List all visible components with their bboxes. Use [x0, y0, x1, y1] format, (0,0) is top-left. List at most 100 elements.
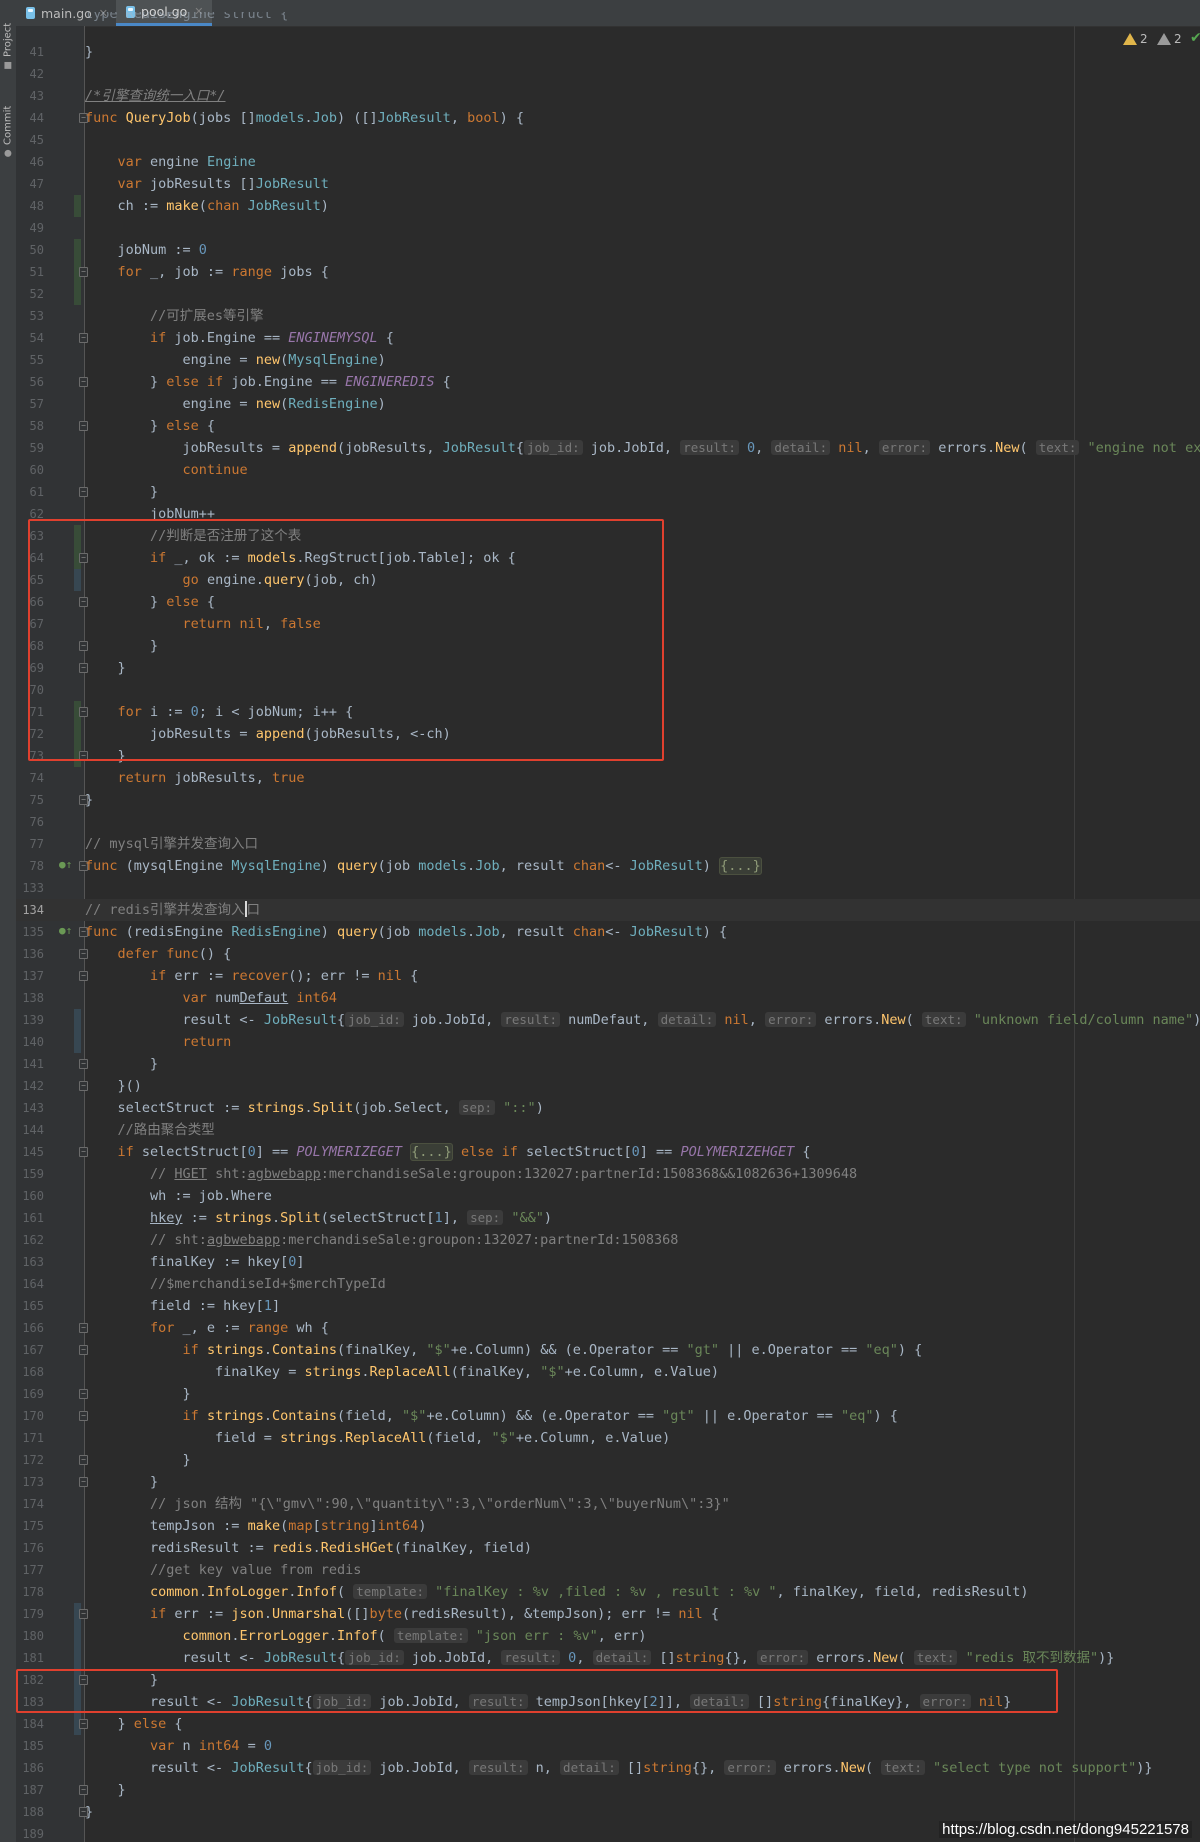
code-text[interactable]: }: [85, 1053, 158, 1075]
code-line[interactable]: 137− if err := recover(); err != nil {: [16, 965, 1200, 987]
code-line[interactable]: 57 engine = new(RedisEngine): [16, 393, 1200, 415]
code-line[interactable]: 71− for i := 0; i < jobNum; i++ {: [16, 701, 1200, 723]
code-text[interactable]: return: [85, 1031, 232, 1053]
code-text[interactable]: if selectStruct[0] == POLYMERIZEGET {...…: [85, 1141, 811, 1163]
vcs-change-marker[interactable]: [74, 1009, 81, 1031]
code-text[interactable]: //判断是否注册了这个表: [85, 525, 301, 547]
code-text[interactable]: common.InfoLogger.Infof( template: "fina…: [85, 1581, 1029, 1603]
code-line[interactable]: 177 //get key value from redis: [16, 1559, 1200, 1581]
vcs-change-marker[interactable]: [74, 1625, 81, 1647]
code-text[interactable]: func (redisEngine RedisEngine) query(job…: [85, 921, 727, 943]
code-line[interactable]: 70: [16, 679, 1200, 701]
code-line[interactable]: 136− defer func() {: [16, 943, 1200, 965]
code-line[interactable]: 168 finalKey = strings.ReplaceAll(finalK…: [16, 1361, 1200, 1383]
code-line[interactable]: 49: [16, 217, 1200, 239]
code-line[interactable]: 145− if selectStruct[0] == POLYMERIZEGET…: [16, 1141, 1200, 1163]
code-line[interactable]: 139 result <- JobResult{job_id: job.JobI…: [16, 1009, 1200, 1031]
folded-block[interactable]: {...}: [410, 1143, 453, 1161]
code-line[interactable]: 138 var numDefaut int64: [16, 987, 1200, 1009]
code-text[interactable]: finalKey := hkey[0]: [85, 1251, 304, 1273]
code-text[interactable]: } else if job.Engine == ENGINEREDIS {: [85, 371, 451, 393]
code-line[interactable]: 163 finalKey := hkey[0]: [16, 1251, 1200, 1273]
code-line[interactable]: 78− ●↑ func (mysqlEngine MysqlEngine) quer…: [16, 855, 1200, 877]
code-text[interactable]: jobNum++: [85, 503, 215, 525]
code-line[interactable]: 142− }(): [16, 1075, 1200, 1097]
vcs-change-marker[interactable]: [74, 569, 81, 591]
code-line[interactable]: 67 return nil, false: [16, 613, 1200, 635]
code-line[interactable]: 140 return: [16, 1031, 1200, 1053]
code-text[interactable]: //路由聚合类型: [85, 1119, 215, 1141]
code-text[interactable]: jobResults = append(jobResults, JobResul…: [85, 437, 1200, 459]
vcs-change-marker[interactable]: [74, 195, 81, 217]
code-text[interactable]: }: [85, 41, 93, 63]
vcs-change-marker[interactable]: [74, 239, 81, 261]
code-line[interactable]: 55 engine = new(MysqlEngine): [16, 349, 1200, 371]
code-line[interactable]: 134 // redis引擎并发查询入口: [16, 899, 1200, 921]
code-text[interactable]: engine = new(MysqlEngine): [85, 349, 386, 371]
code-text[interactable]: if job.Engine == ENGINEMYSQL {: [85, 327, 394, 349]
code-text[interactable]: // redis引擎并发查询入口: [85, 899, 260, 921]
code-line[interactable]: 185 var n int64 = 0: [16, 1735, 1200, 1757]
vcs-change-marker[interactable]: [74, 1691, 81, 1713]
code-text[interactable]: // HGET sht:agbwebapp:merchandiseSale:gr…: [85, 1163, 857, 1185]
commit-tool-tab[interactable]: ● Commit: [0, 96, 17, 158]
code-line[interactable]: 135− ●↑ func (redisEngine RedisEngine) que…: [16, 921, 1200, 943]
code-text[interactable]: result <- JobResult{job_id: job.JobId, r…: [85, 1009, 1200, 1031]
code-line[interactable]: 62 jobNum++: [16, 503, 1200, 525]
code-text[interactable]: if err := recover(); err != nil {: [85, 965, 418, 987]
code-text[interactable]: } else {: [85, 591, 215, 613]
code-line[interactable]: 43 /*引擎查询统一入口*/: [16, 85, 1200, 107]
code-line[interactable]: 187− }: [16, 1779, 1200, 1801]
code-line[interactable]: 44− func QueryJob(jobs []models.Job) ([]J…: [16, 107, 1200, 129]
code-text[interactable]: } else {: [85, 415, 215, 437]
code-line[interactable]: 53 //可扩展es等引擎: [16, 305, 1200, 327]
code-line[interactable]: 159 // HGET sht:agbwebapp:merchandiseSal…: [16, 1163, 1200, 1185]
code-text[interactable]: field := hkey[1]: [85, 1295, 280, 1317]
code-text[interactable]: field = strings.ReplaceAll(field, "$"+e.…: [85, 1427, 670, 1449]
code-line[interactable]: 180 common.ErrorLogger.Infof( template: …: [16, 1625, 1200, 1647]
vcs-change-marker[interactable]: [74, 525, 81, 547]
code-text[interactable]: result <- JobResult{job_id: job.JobId, r…: [85, 1691, 1011, 1713]
code-text[interactable]: func (mysqlEngine MysqlEngine) query(job…: [85, 855, 762, 877]
code-text[interactable]: }: [85, 657, 126, 679]
code-line[interactable]: 176 redisResult := redis.RedisHGet(final…: [16, 1537, 1200, 1559]
code-text[interactable]: }: [85, 481, 158, 503]
code-line[interactable]: 186 result <- JobResult{job_id: job.JobI…: [16, 1757, 1200, 1779]
code-text[interactable]: if _, ok := models.RegStruct[job.Table];…: [85, 547, 516, 569]
code-text[interactable]: jobResults = append(jobResults, <-ch): [85, 723, 451, 745]
code-line[interactable]: 63 //判断是否注册了这个表: [16, 525, 1200, 547]
code-line[interactable]: 170− if strings.Contains(field, "$"+e.Co…: [16, 1405, 1200, 1427]
code-line[interactable]: 73− }: [16, 745, 1200, 767]
weak-warning-count[interactable]: 2: [1157, 32, 1182, 46]
code-text[interactable]: //$merchandiseId+$merchTypeId: [85, 1273, 386, 1295]
code-line[interactable]: 160 wh := job.Where: [16, 1185, 1200, 1207]
vcs-change-marker[interactable]: [74, 1031, 81, 1053]
code-line[interactable]: 161 hkey := strings.Split(selectStruct[1…: [16, 1207, 1200, 1229]
code-text[interactable]: tempJson := make(map[string]int64): [85, 1515, 426, 1537]
code-text[interactable]: return jobResults, true: [85, 767, 305, 789]
code-line[interactable]: 42: [16, 63, 1200, 85]
code-line[interactable]: 54− if job.Engine == ENGINEMYSQL {: [16, 327, 1200, 349]
code-line[interactable]: 182− }: [16, 1669, 1200, 1691]
code-text[interactable]: engine = new(RedisEngine): [85, 393, 386, 415]
code-line[interactable]: 164 //$merchandiseId+$merchTypeId: [16, 1273, 1200, 1295]
code-line[interactable]: 45: [16, 129, 1200, 151]
code-text[interactable]: // sht:agbwebapp:merchandiseSale:groupon…: [85, 1229, 678, 1251]
code-text[interactable]: var n int64 = 0: [85, 1735, 272, 1757]
code-text[interactable]: // mysql引擎并发查询入口: [85, 833, 258, 855]
code-text[interactable]: result <- JobResult{job_id: job.JobId, r…: [85, 1757, 1153, 1779]
code-line[interactable]: 178 common.InfoLogger.Infof( template: "…: [16, 1581, 1200, 1603]
code-text[interactable]: common.ErrorLogger.Infof( template: "jso…: [85, 1625, 647, 1647]
vcs-change-marker[interactable]: [74, 283, 81, 305]
code-line[interactable]: 162 // sht:agbwebapp:merchandiseSale:gro…: [16, 1229, 1200, 1251]
code-line[interactable]: 64− if _, ok := models.RegStruct[job.Tab…: [16, 547, 1200, 569]
code-text[interactable]: finalKey = strings.ReplaceAll(finalKey, …: [85, 1361, 719, 1383]
code-text[interactable]: /*引擎查询统一入口*/: [85, 85, 226, 107]
code-text[interactable]: defer func() {: [85, 943, 232, 965]
code-line[interactable]: 172− }: [16, 1449, 1200, 1471]
code-line[interactable]: 52: [16, 283, 1200, 305]
code-text[interactable]: jobNum := 0: [85, 239, 207, 261]
code-text[interactable]: ch := make(chan JobResult): [85, 195, 329, 217]
code-line[interactable]: 143 selectStruct := strings.Split(job.Se…: [16, 1097, 1200, 1119]
code-line[interactable]: 188−}: [16, 1801, 1200, 1823]
